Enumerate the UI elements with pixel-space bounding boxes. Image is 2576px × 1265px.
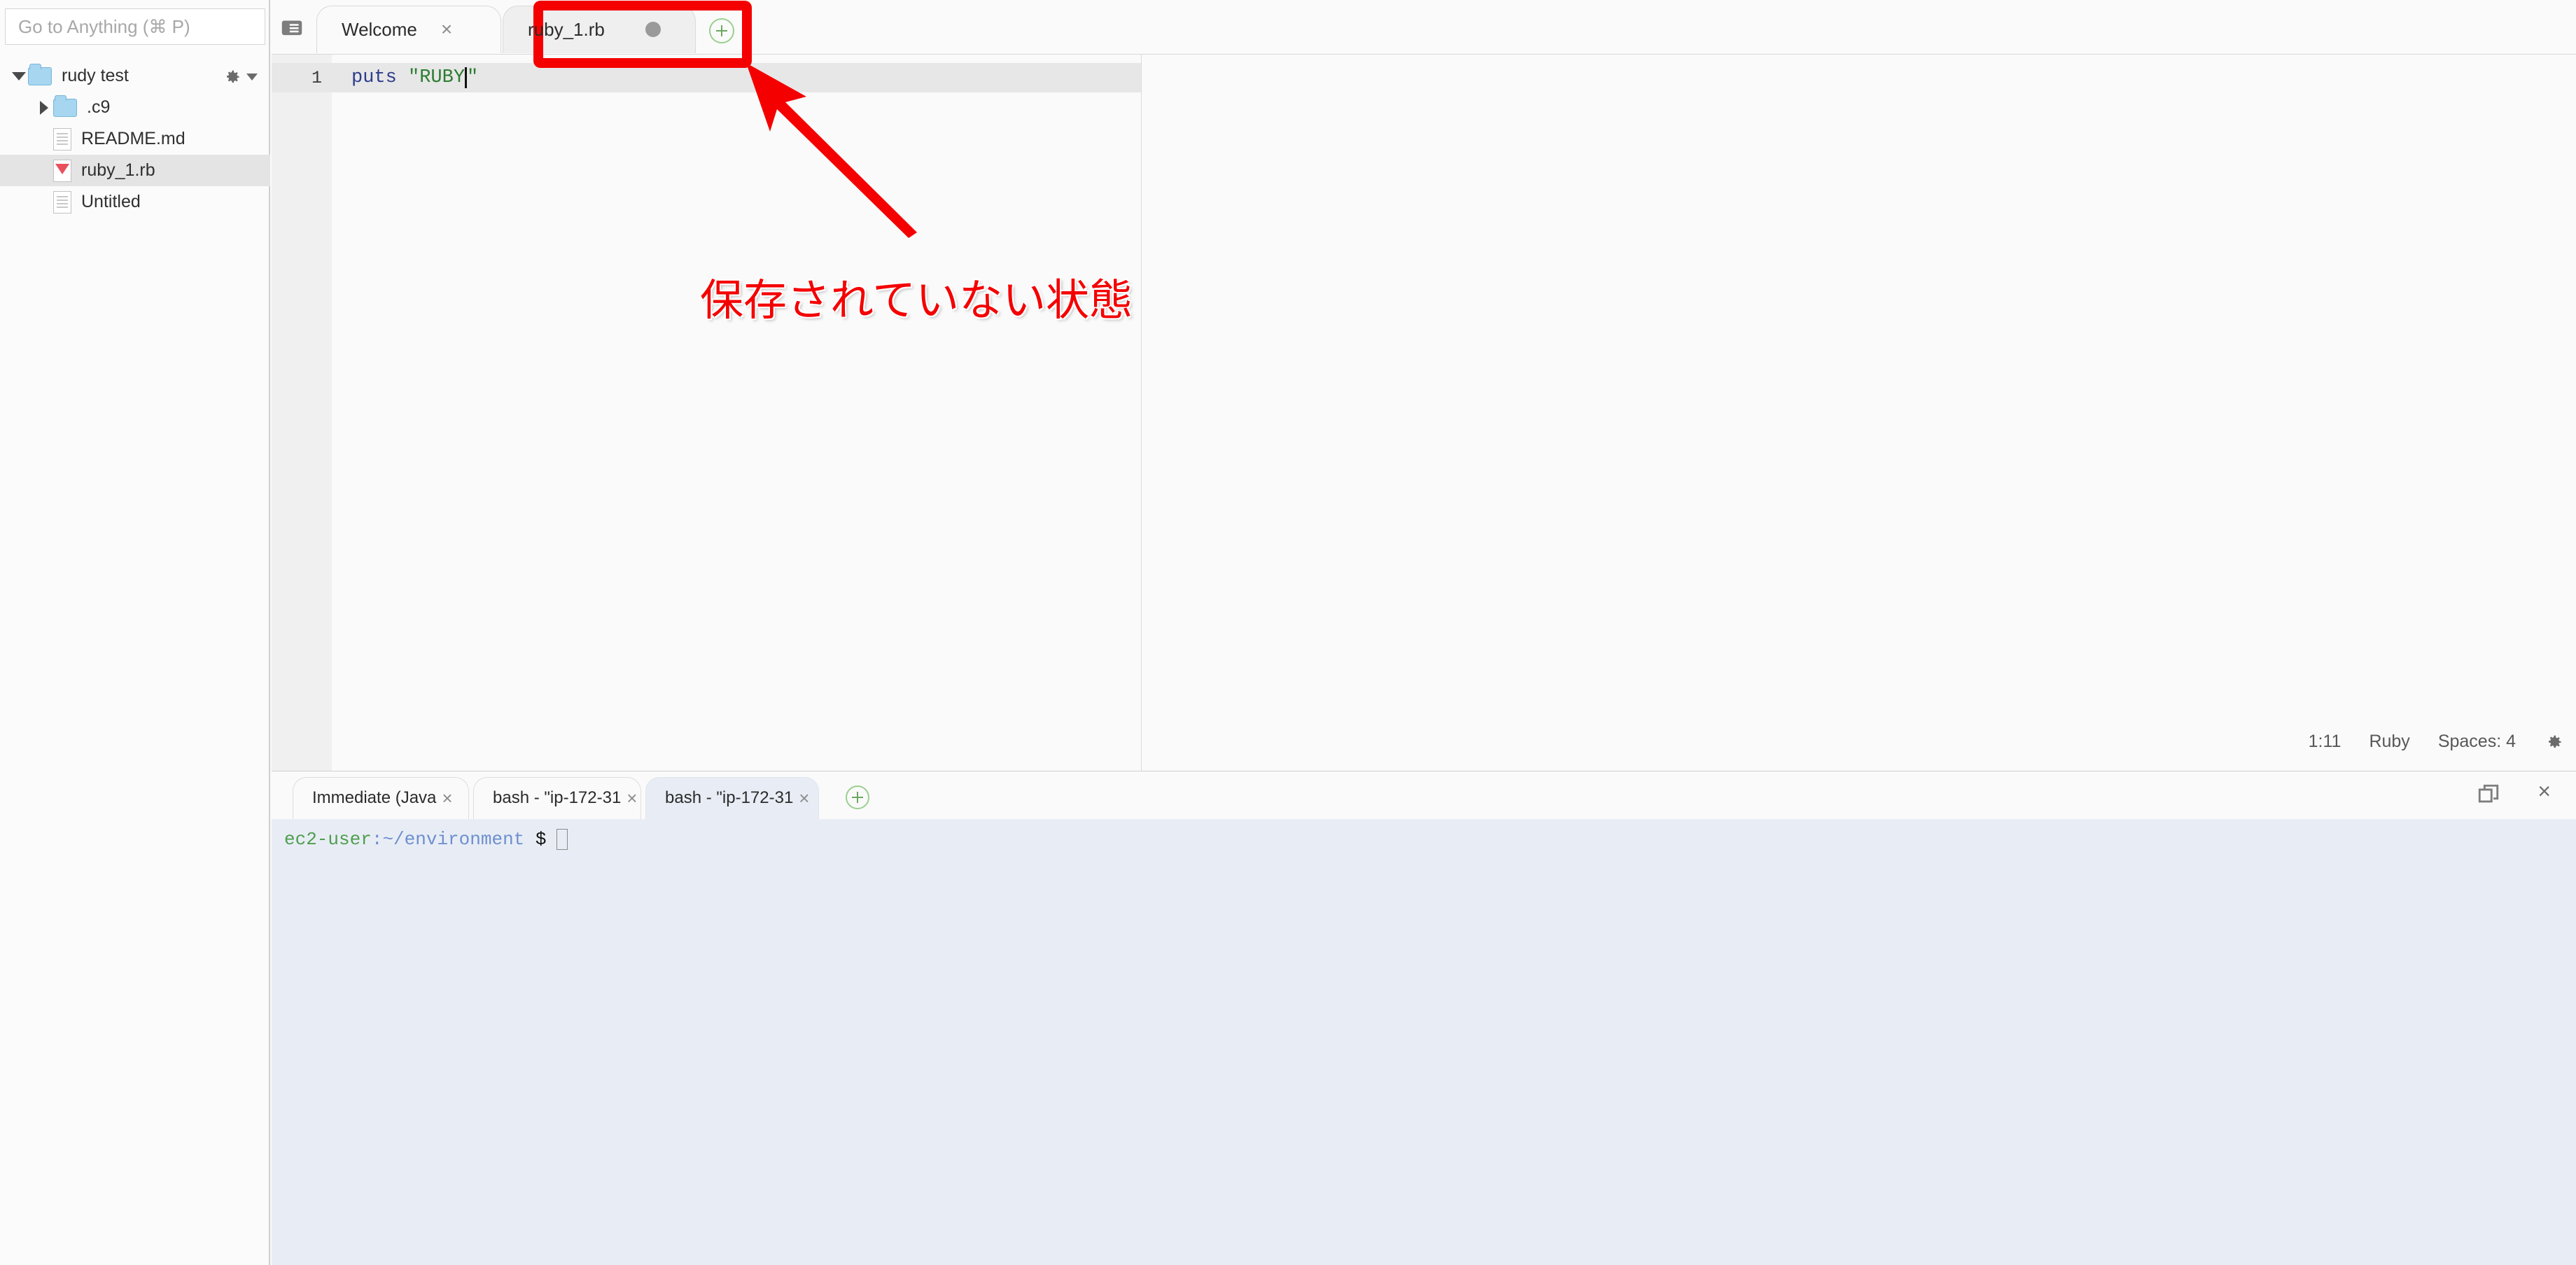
tab-close-icon[interactable]: × (799, 789, 809, 807)
tab-label: ruby_1.rb (528, 18, 605, 40)
new-terminal-tab-button[interactable] (846, 785, 869, 809)
new-editor-tab-button[interactable] (709, 18, 734, 43)
close-icon[interactable]: × (2538, 780, 2551, 802)
terminal-tab-bash-2[interactable]: bash - "ip-172-31 × (645, 777, 819, 819)
file-tree: rudy test .c9 README.md ruby_1.rb Untitl… (0, 60, 270, 218)
line-number: 1 (272, 63, 332, 92)
editor-right-pane (1142, 55, 2576, 771)
editor-tab-bar: Welcome × ruby_1.rb (272, 0, 2576, 55)
search-input[interactable] (6, 9, 265, 44)
annotation-text: 保存されていない状態 (700, 274, 1133, 326)
panel-list-icon[interactable] (279, 14, 305, 41)
tree-item-c9[interactable]: .c9 (0, 92, 270, 123)
terminal-tab-bash-1[interactable]: bash - "ip-172-31 × (473, 777, 641, 819)
file-icon (53, 190, 71, 214)
ruby-file-icon (53, 159, 71, 182)
tree-item-label: README.md (81, 129, 186, 148)
tab-close-icon[interactable]: × (442, 789, 452, 807)
tab-close-icon[interactable]: × (626, 789, 637, 807)
code-token-keyword: puts (351, 67, 397, 88)
tab-label: Welcome (342, 18, 417, 40)
indent-setting[interactable]: Spaces: 4 (2438, 732, 2516, 752)
editor-gutter: 1 (272, 55, 332, 771)
tree-item-label: ruby_1.rb (81, 160, 155, 180)
code-line[interactable]: puts "RUBY " (332, 63, 1141, 92)
tree-item-label: .c9 (87, 97, 111, 117)
file-sidebar: rudy test .c9 README.md ruby_1.rb Untitl… (0, 0, 270, 1265)
cursor-position[interactable]: 1:11 (2309, 732, 2342, 752)
file-icon (53, 127, 71, 151)
tree-item-readme[interactable]: README.md (0, 123, 270, 155)
code-content-area[interactable]: puts "RUBY " (332, 55, 1141, 771)
tab-welcome[interactable]: Welcome × (316, 6, 501, 53)
tab-close-icon[interactable]: × (441, 20, 452, 39)
unsaved-indicator-dot[interactable] (645, 22, 661, 37)
tree-item-label: rudy test (62, 66, 129, 85)
tab-label: Immediate (Java (312, 788, 437, 807)
prompt-user: ec2-user (284, 829, 372, 850)
caret-right-icon[interactable] (35, 99, 53, 117)
tab-label: bash - "ip-172-31 (493, 788, 622, 807)
tree-item-ruby-1-rb[interactable]: ruby_1.rb (0, 155, 270, 186)
terminal-tab-bar: Immediate (Java × bash - "ip-172-31 × ba… (272, 771, 2576, 819)
terminal-output[interactable]: ec2-user: ~/environment $ (272, 819, 2576, 1265)
terminal-prompt-line: ec2-user: ~/environment $ (284, 829, 2576, 850)
language-mode[interactable]: Ruby (2369, 732, 2409, 752)
caret-down-icon[interactable] (10, 67, 28, 85)
prompt-dollar: $ (535, 829, 547, 850)
tab-ruby-1-rb[interactable]: ruby_1.rb (503, 6, 696, 53)
gear-icon[interactable] (2544, 732, 2563, 752)
code-token-string-tail: " (467, 67, 479, 88)
terminal-panel: Immediate (Java × bash - "ip-172-31 × ba… (272, 771, 2576, 1265)
prompt-path: ~/environment (382, 829, 525, 850)
restore-window-icon[interactable] (2477, 783, 2500, 806)
go-to-anything-field[interactable] (5, 8, 265, 45)
cloud9-ide-window: rudy test .c9 README.md ruby_1.rb Untitl… (0, 0, 2576, 1265)
tab-label: bash - "ip-172-31 (665, 788, 794, 807)
prompt-colon: : (371, 829, 383, 850)
terminal-tab-immediate[interactable]: Immediate (Java × (293, 777, 469, 819)
code-token-string: "RUBY (408, 67, 465, 88)
terminal-cursor (556, 829, 568, 850)
folder-icon (53, 95, 77, 117)
folder-icon (28, 63, 52, 85)
tree-item-untitled[interactable]: Untitled (0, 186, 270, 218)
tree-item-label: Untitled (81, 192, 141, 211)
tree-item-rudy-test[interactable]: rudy test (0, 60, 270, 92)
editor-status-bar: 1:11 Ruby Spaces: 4 (2309, 732, 2563, 752)
code-editor[interactable]: 1 puts "RUBY " (272, 55, 2576, 771)
